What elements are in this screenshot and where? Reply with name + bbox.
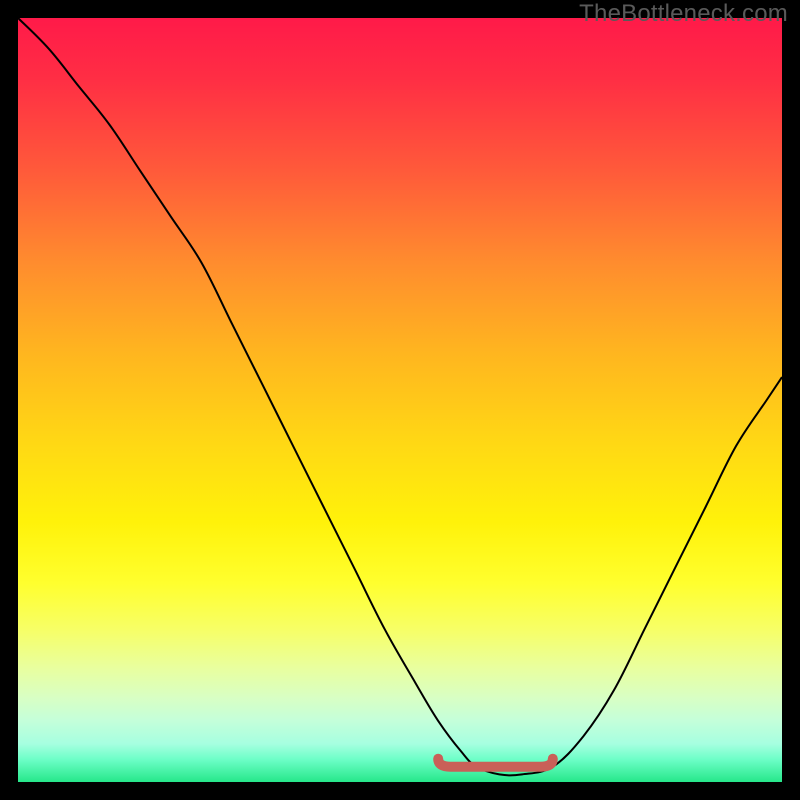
chart-plot-area (18, 18, 782, 782)
optimal-flat-region (438, 759, 553, 767)
bottleneck-curve (18, 18, 782, 775)
watermark-text: TheBottleneck.com (579, 0, 788, 28)
chart-frame: TheBottleneck.com (0, 0, 800, 800)
chart-svg (18, 18, 782, 782)
